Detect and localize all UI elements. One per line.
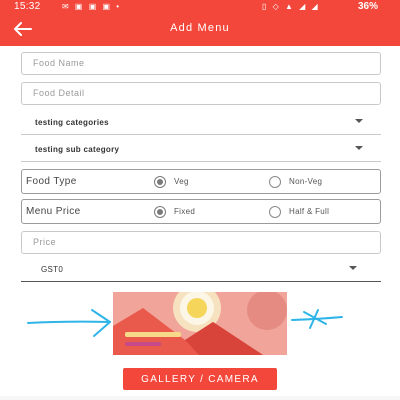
bottom-edge <box>0 396 400 400</box>
radio-unselected-icon <box>269 176 281 188</box>
price-placeholder: Price <box>33 237 57 247</box>
food-image-preview[interactable] <box>113 292 287 355</box>
notification-icons: ✉ ▣ ▣ ▣ • <box>62 2 122 11</box>
status-bar: 15:32 ✉ ▣ ▣ ▣ • ▯ ◇ ▲ ◢ ◢ 36% <box>0 0 400 14</box>
sub-category-dropdown[interactable]: testing sub category <box>21 139 381 162</box>
radio-selected-icon <box>154 206 166 218</box>
tax-value: GST0 <box>41 265 64 274</box>
menu-price-group: Menu Price Fixed Half & Full <box>21 199 381 224</box>
category-value: testing categories <box>35 118 109 127</box>
battery-indicator: 36% <box>357 1 378 12</box>
system-icons: ▯ ◇ ▲ ◢ ◢ <box>262 2 320 11</box>
radio-non-veg-label: Non-Veg <box>289 177 323 186</box>
food-name-placeholder: Food Name <box>33 58 85 68</box>
status-time: 15:32 <box>14 1 41 12</box>
gallery-camera-button[interactable]: GALLERY / CAMERA <box>123 368 277 390</box>
tax-dropdown[interactable]: GST0 <box>21 259 381 282</box>
radio-fixed-label: Fixed <box>174 207 196 216</box>
radio-selected-icon <box>154 176 166 188</box>
food-detail-placeholder: Food Detail <box>33 88 85 98</box>
radio-half-full-label: Half & Full <box>289 207 330 216</box>
radio-unselected-icon <box>269 206 281 218</box>
food-detail-input[interactable]: Food Detail <box>21 82 381 105</box>
menu-price-label: Menu Price <box>26 206 81 217</box>
annotation-arrow-icon <box>27 309 111 337</box>
annotation-arrow-icon <box>291 309 343 329</box>
chevron-down-icon <box>355 146 363 150</box>
category-dropdown[interactable]: testing categories <box>21 112 381 135</box>
image-placeholder-icon <box>113 292 287 355</box>
food-name-input[interactable]: Food Name <box>21 52 381 75</box>
price-input[interactable]: Price <box>21 231 381 254</box>
food-type-label: Food Type <box>26 176 77 187</box>
sub-category-value: testing sub category <box>35 145 120 154</box>
radio-veg-label: Veg <box>174 177 189 186</box>
chevron-down-icon <box>355 119 363 123</box>
food-type-group: Food Type Veg Non-Veg <box>21 169 381 194</box>
page-title: Add Menu <box>170 22 230 34</box>
app-bar: Add Menu <box>0 14 400 46</box>
chevron-down-icon <box>349 266 357 270</box>
